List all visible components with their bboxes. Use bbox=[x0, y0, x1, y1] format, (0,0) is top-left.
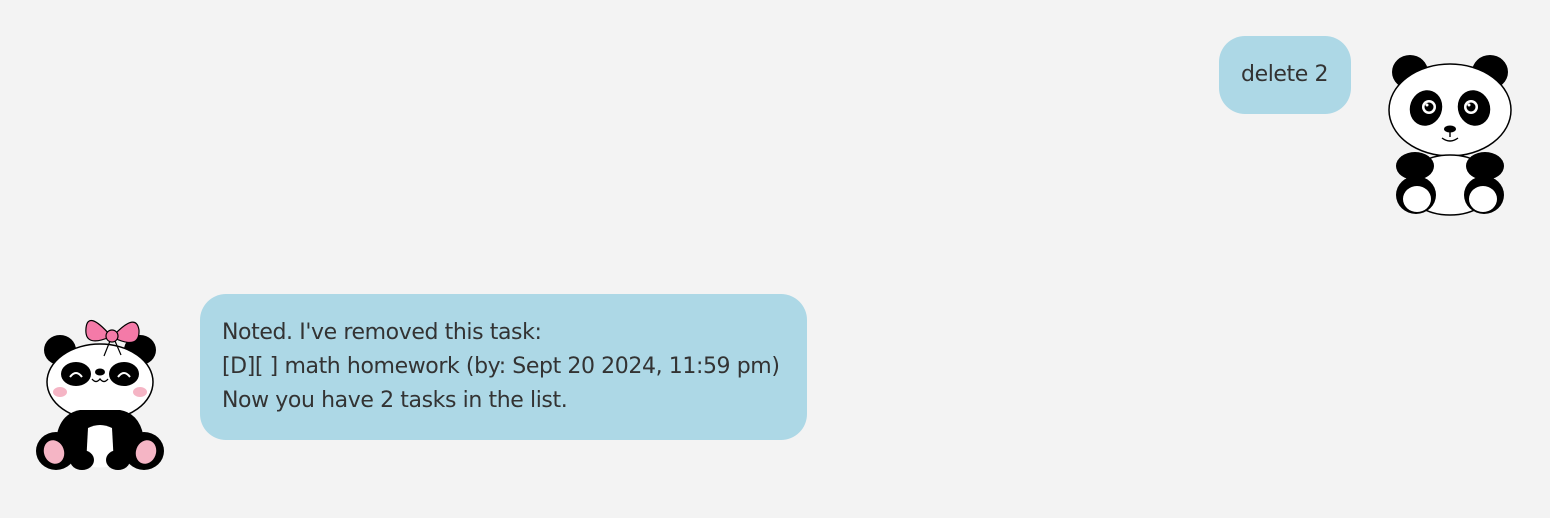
bot-message-line: [D][ ] math homework (by: Sept 20 2024, … bbox=[222, 354, 780, 379]
user-message-text: delete 2 bbox=[1241, 62, 1329, 87]
bot-avatar bbox=[30, 310, 170, 476]
user-message-bubble: delete 2 bbox=[1219, 36, 1351, 114]
chat-window: delete 2 Noted. I've removed this task: … bbox=[0, 0, 1550, 518]
bot-message-bubble: Noted. I've removed this task: [D][ ] ma… bbox=[200, 294, 807, 440]
panda-icon bbox=[1388, 55, 1512, 216]
bot-message-line: Now you have 2 tasks in the list. bbox=[222, 388, 568, 413]
user-avatar bbox=[1382, 50, 1518, 220]
bot-message-line: Noted. I've removed this task: bbox=[222, 320, 542, 345]
panda-with-bow-icon bbox=[36, 319, 164, 470]
